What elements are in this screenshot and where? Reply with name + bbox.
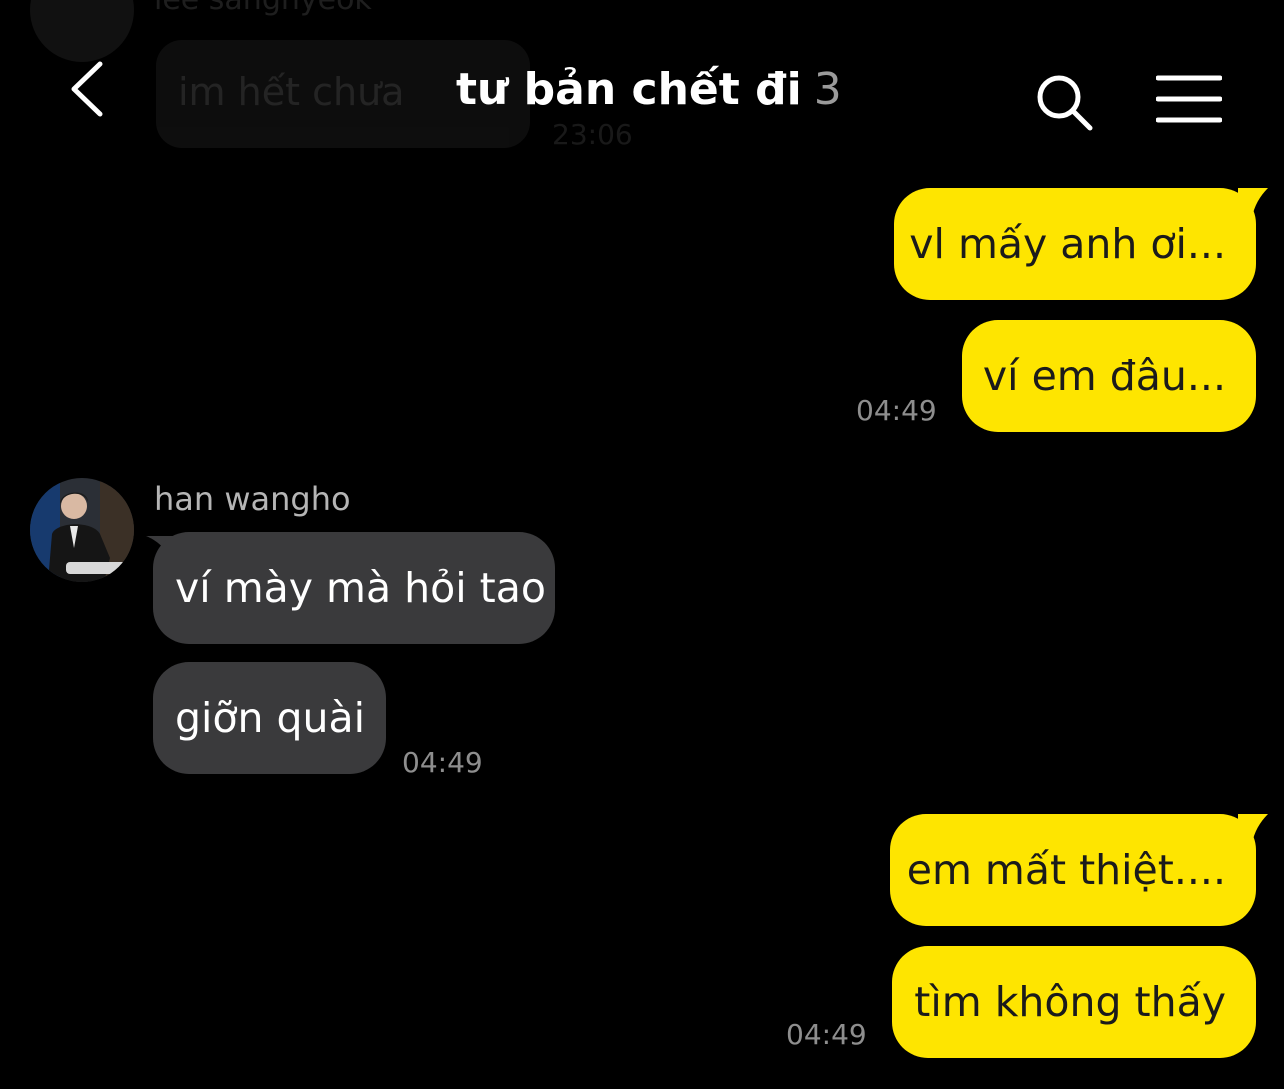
member-count: 3 xyxy=(813,64,842,115)
sender-name: han wangho xyxy=(154,480,351,518)
message-text: em mất thiệt.... xyxy=(906,846,1226,894)
outgoing-message-bubble[interactable]: vl mấy anh ơi... xyxy=(894,188,1256,300)
previous-sender-avatar xyxy=(30,0,134,62)
chevron-left-icon[interactable] xyxy=(62,58,124,120)
search-icon[interactable] xyxy=(1034,72,1096,134)
message-text: vl mấy anh ơi... xyxy=(909,220,1226,268)
message-timestamp: 04:49 xyxy=(402,746,483,779)
message-text: ví em đâu... xyxy=(982,352,1226,400)
incoming-message-bubble[interactable]: ví mày mà hỏi tao xyxy=(153,532,555,644)
message-text: ví mày mà hỏi tao xyxy=(175,564,546,612)
avatar[interactable] xyxy=(30,478,134,582)
chat-title: tư bản chết đi 3 xyxy=(456,64,842,116)
previous-message-time: 23:06 xyxy=(552,118,633,151)
hamburger-menu-icon[interactable] xyxy=(1156,74,1222,124)
message-text: tìm không thấy xyxy=(914,978,1226,1026)
previous-sender-name: lee sanghyeok xyxy=(154,0,372,17)
outgoing-message-bubble[interactable]: em mất thiệt.... xyxy=(890,814,1256,926)
message-timestamp: 04:49 xyxy=(856,394,937,427)
outgoing-message-bubble[interactable]: ví em đâu... xyxy=(962,320,1256,432)
incoming-message-bubble[interactable]: giỡn quài xyxy=(153,662,386,774)
chat-title-text: tư bản chết đi xyxy=(456,64,802,115)
message-timestamp: 04:49 xyxy=(786,1018,867,1051)
outgoing-message-bubble[interactable]: tìm không thấy xyxy=(892,946,1256,1058)
message-text: giỡn quài xyxy=(175,694,366,742)
avatar-photo xyxy=(30,478,134,582)
